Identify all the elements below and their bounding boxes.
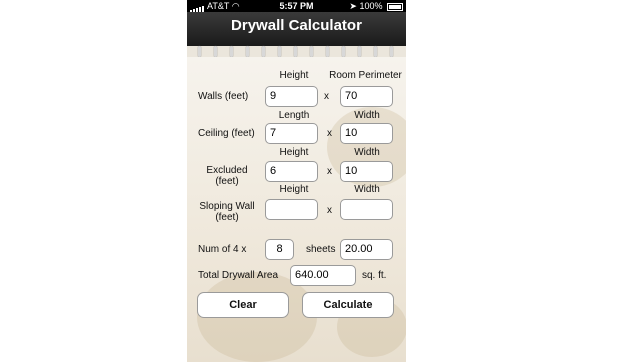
battery-icon <box>387 2 403 11</box>
ceiling-label: Ceiling (feet) <box>198 128 255 139</box>
walls-label: Walls (feet) <box>198 91 249 102</box>
sloping-label: Sloping Wall (feet) <box>195 201 259 223</box>
sheet-size-input[interactable]: 8 <box>265 239 294 260</box>
excluded-width-header: Width <box>354 147 380 158</box>
phone-screen: AT&T ◠ 5:57 PM ➤ 100% Drywall Calculator… <box>187 0 406 362</box>
sheets-label: sheets <box>306 244 336 255</box>
sloping-height-input[interactable] <box>265 199 318 220</box>
excluded-label: Excluded (feet) <box>198 165 256 187</box>
sloping-label-line1: Sloping Wall <box>199 201 255 212</box>
ring <box>262 46 265 57</box>
sheets-count-field[interactable]: 20.00 <box>340 239 393 260</box>
walls-height-header: Height <box>279 70 309 81</box>
walls-height-input[interactable]: 9 <box>265 86 318 107</box>
ring <box>246 46 249 57</box>
excluded-label-line2: (feet) <box>215 176 239 187</box>
walls-times-sign: x <box>324 91 329 102</box>
status-bar: AT&T ◠ 5:57 PM ➤ 100% <box>187 0 406 13</box>
app-title: Drywall Calculator <box>231 17 362 34</box>
ring <box>294 46 297 57</box>
excluded-label-line1: Excluded <box>206 165 248 176</box>
total-area-unit: sq. ft. <box>362 270 387 281</box>
ring <box>198 46 201 57</box>
battery-area: ➤ 100% <box>349 0 403 12</box>
location-icon: ➤ <box>349 1 357 11</box>
excluded-times-sign: x <box>327 166 332 177</box>
ring <box>278 46 281 57</box>
ceiling-length-header: Length <box>278 110 310 121</box>
title-bar: Drywall Calculator <box>187 12 406 46</box>
ring <box>390 46 393 57</box>
battery-percent: 100% <box>359 1 383 11</box>
ceiling-width-header: Width <box>354 110 380 121</box>
excluded-height-input[interactable]: 6 <box>265 161 318 182</box>
ceiling-width-input[interactable]: 10 <box>340 123 393 144</box>
ring <box>342 46 345 57</box>
walls-perimeter-input[interactable]: 70 <box>340 86 393 107</box>
sloping-width-header: Width <box>354 184 380 195</box>
total-area-field[interactable]: 640.00 <box>290 265 356 286</box>
calculate-button[interactable]: Calculate <box>302 292 394 318</box>
sloping-height-header: Height <box>279 184 309 195</box>
ring <box>358 46 361 57</box>
excluded-width-input[interactable]: 10 <box>340 161 393 182</box>
ceiling-length-input[interactable]: 7 <box>265 123 318 144</box>
ring <box>374 46 377 57</box>
sloping-width-input[interactable] <box>340 199 393 220</box>
total-area-label: Total Drywall Area <box>198 270 279 281</box>
sheet-size-label: Num of 4 x <box>198 244 247 255</box>
sloping-times-sign: x <box>327 205 332 216</box>
sloping-label-line2: (feet) <box>215 212 239 223</box>
ring <box>326 46 329 57</box>
ceiling-times-sign: x <box>327 128 332 139</box>
clear-button[interactable]: Clear <box>197 292 289 318</box>
ring <box>310 46 313 57</box>
ring <box>230 46 233 57</box>
ring <box>214 46 217 57</box>
walls-perimeter-header: Room Perimeter <box>329 70 402 81</box>
excluded-height-header: Height <box>279 147 309 158</box>
